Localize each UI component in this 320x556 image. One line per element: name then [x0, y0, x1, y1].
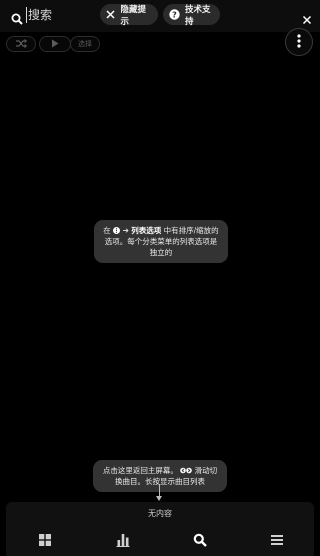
shuffle-icon [15, 38, 28, 50]
home-tip: 点击这里返回主屏幕。 滑动切换曲目。长按显示曲目列表 [93, 460, 227, 492]
search-icon[interactable] [193, 532, 207, 547]
help-icon: ? [169, 9, 180, 20]
now-playing-empty[interactable]: 无内容 [6, 508, 314, 519]
tech-support-label: 技术支持 [185, 4, 211, 27]
close-icon [106, 9, 116, 20]
main-screen: 搜索 隐藏提示 ? 技术支持 选择 在 ➔ 列表选项 中有排序/缩放的选项。每个… [0, 0, 320, 556]
shuffle-button[interactable] [6, 36, 36, 52]
search-input[interactable]: 搜索 [26, 7, 52, 23]
tip-arrow: ➔ [122, 226, 129, 235]
more-options-button[interactable] [285, 28, 313, 56]
tip-prefix: 在 [103, 226, 111, 235]
swipe-icon [180, 466, 194, 475]
bottom-bar[interactable]: 无内容 [6, 502, 314, 556]
tip-pointer-arrow [156, 496, 162, 501]
list-options-tip: 在 ➔ 列表选项 中有排序/缩放的选项。每个分类菜单的列表选项是独立的 [94, 220, 228, 263]
tip-bold-label: 列表选项 [131, 226, 162, 235]
hide-tips-label: 隐藏提示 [120, 4, 147, 27]
close-icon[interactable] [302, 10, 312, 25]
menu-icon[interactable] [270, 532, 284, 546]
hide-tips-button[interactable]: 隐藏提示 [100, 4, 158, 27]
home-tip-text: 点击这里返回主屏幕。 [102, 466, 178, 475]
grid-icon[interactable] [38, 532, 52, 546]
more-vertical-icon [297, 33, 301, 52]
search-icon[interactable] [11, 10, 23, 25]
svg-text:?: ? [172, 10, 177, 19]
play-button[interactable] [39, 36, 71, 52]
tech-support-button[interactable]: ? 技术支持 [163, 4, 220, 27]
top-bar: 搜索 隐藏提示 ? 技术支持 [0, 0, 320, 32]
bar-chart-icon[interactable] [116, 532, 130, 547]
select-button[interactable]: 选择 [70, 36, 100, 52]
select-label: 选择 [78, 40, 92, 48]
play-icon [51, 39, 59, 50]
more-vertical-circle-icon [113, 226, 122, 235]
